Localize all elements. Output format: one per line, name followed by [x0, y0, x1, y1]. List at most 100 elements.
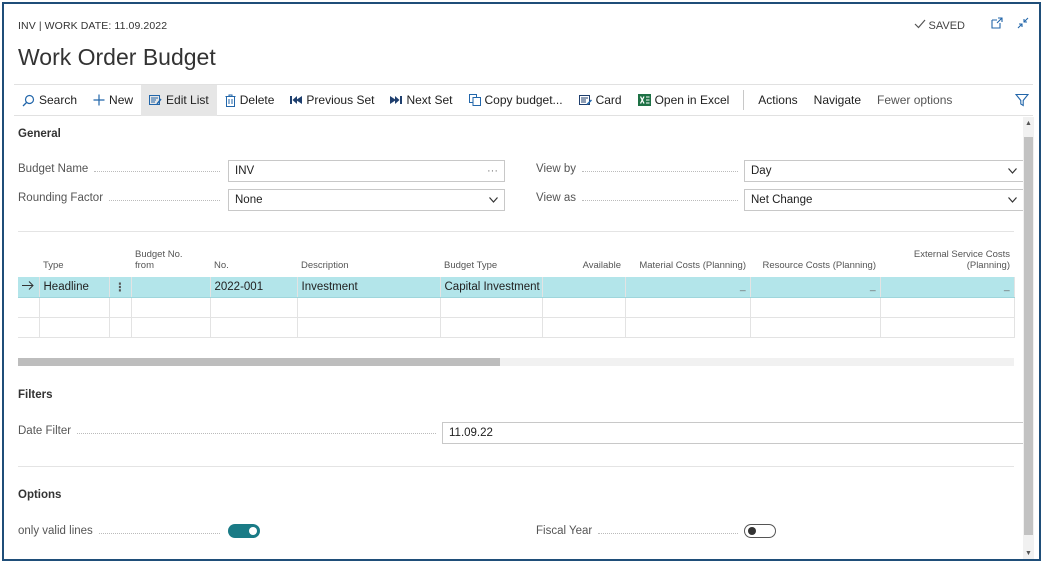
budget-lines-grid: Type Budget No. from No. Description Budg…	[18, 237, 1015, 338]
fiscal-year-toggle[interactable]	[744, 524, 776, 538]
column-header-budget-no-from[interactable]: Budget No. from	[131, 237, 210, 277]
horizontal-scrollbar-thumb[interactable]	[18, 358, 500, 366]
grid-cell[interactable]	[210, 297, 298, 318]
view-as-label-text: View as	[536, 192, 577, 204]
search-icon	[22, 94, 35, 107]
date-filter-value: 11.09.22	[449, 427, 493, 439]
toggle-knob	[748, 527, 756, 535]
cell-type[interactable]: Headline	[39, 277, 110, 298]
delete-button[interactable]: Delete	[217, 85, 283, 116]
filters-section-title: Filters	[18, 389, 53, 401]
copy-budget-button[interactable]: Copy budget...	[461, 85, 571, 116]
grid-cell[interactable]	[39, 297, 110, 318]
vertical-scrollbar[interactable]: ▲ ▼	[1023, 117, 1034, 559]
table-row[interactable]	[18, 297, 1015, 318]
cell-budget-type[interactable]: Capital Investment	[440, 277, 543, 298]
budget-name-label-text: Budget Name	[18, 163, 89, 175]
column-header-available[interactable]: Available	[542, 237, 625, 277]
previous-set-button[interactable]: Previous Set	[282, 85, 382, 116]
scroll-down-icon[interactable]: ▼	[1023, 550, 1034, 557]
search-label: Search	[39, 93, 78, 107]
card-icon	[578, 94, 592, 106]
rounding-factor-select[interactable]: None	[228, 189, 505, 211]
horizontal-scrollbar[interactable]	[18, 358, 1014, 366]
grid-cell[interactable]	[880, 297, 1015, 318]
view-by-label: View by	[536, 163, 738, 175]
grid-cell[interactable]	[39, 317, 110, 338]
column-header-menu	[109, 237, 131, 277]
saved-label: SAVED	[928, 19, 965, 32]
filter-icon[interactable]	[1014, 93, 1030, 110]
new-button[interactable]: New	[85, 85, 141, 116]
grid-cell[interactable]	[625, 297, 751, 318]
cell-budget-no-from[interactable]	[131, 277, 211, 298]
column-header-material-costs[interactable]: Material Costs (Planning)	[625, 237, 750, 277]
only-valid-lines-label-text: only valid lines	[18, 525, 93, 537]
grid-cell[interactable]	[750, 317, 881, 338]
column-header-resource-costs[interactable]: Resource Costs (Planning)	[750, 237, 880, 277]
grid-cell[interactable]	[542, 297, 626, 318]
cell-description[interactable]: Investment	[297, 277, 441, 298]
grid-cell	[109, 297, 132, 318]
only-valid-lines-toggle[interactable]	[228, 524, 260, 538]
ellipsis-icon[interactable]: ···	[487, 165, 498, 177]
leader-dots	[598, 532, 738, 534]
chevron-down-icon	[1008, 195, 1017, 206]
column-header-external-service-costs[interactable]: External Service Costs (Planning)	[880, 237, 1014, 277]
grid-cell	[109, 317, 132, 338]
action-bar: Search New Edit List Delete Previous Set…	[14, 84, 1033, 116]
grid-cell[interactable]	[440, 297, 543, 318]
column-header-text: (Planning)	[966, 260, 1010, 271]
open-in-excel-button[interactable]: Open in Excel	[630, 85, 738, 116]
column-header-description[interactable]: Description	[297, 237, 440, 277]
trash-icon	[225, 94, 236, 107]
column-header-no-text: No.	[214, 260, 229, 271]
actions-menu[interactable]: Actions	[750, 85, 805, 116]
fiscal-year-label: Fiscal Year	[536, 525, 738, 537]
edit-list-button[interactable]: Edit List	[141, 84, 217, 116]
delete-label: Delete	[239, 93, 275, 107]
cell-material-costs[interactable]: _	[625, 277, 751, 298]
next-set-button[interactable]: Next Set	[382, 85, 460, 116]
grid-cell	[18, 297, 40, 318]
cell-available[interactable]	[542, 277, 626, 298]
fewer-options-button[interactable]: Fewer options	[869, 85, 960, 116]
grid-cell[interactable]	[297, 317, 441, 338]
row-menu-icon[interactable]: ⋮	[109, 277, 132, 298]
grid-cell[interactable]	[625, 317, 751, 338]
cell-no[interactable]: 2022-001	[210, 277, 298, 298]
grid-cell[interactable]	[131, 317, 211, 338]
budget-name-field[interactable]: INV ···	[228, 160, 505, 182]
leader-dots	[582, 199, 738, 201]
view-by-select[interactable]: Day	[744, 160, 1024, 182]
grid-cell[interactable]	[297, 297, 441, 318]
cell-external-service-costs[interactable]: _	[880, 277, 1015, 298]
view-as-select[interactable]: Net Change	[744, 189, 1024, 211]
navigate-menu[interactable]: Navigate	[806, 85, 869, 116]
date-filter-field[interactable]: 11.09.22	[442, 422, 1024, 444]
only-valid-lines-label: only valid lines	[18, 525, 220, 537]
budget-name-value: INV	[235, 165, 255, 177]
table-row[interactable]: Headline ⋮ 2022-001 Investment Capital I…	[18, 277, 1015, 298]
grid-cell[interactable]	[880, 317, 1015, 338]
leader-dots	[109, 199, 220, 201]
open-in-new-window-icon[interactable]	[991, 17, 1003, 29]
search-button[interactable]: Search	[14, 85, 85, 116]
vertical-scrollbar-thumb[interactable]	[1024, 137, 1033, 535]
grid-cell[interactable]	[750, 297, 881, 318]
cell-resource-costs[interactable]: _	[750, 277, 881, 298]
column-header-no[interactable]: No.	[210, 237, 297, 277]
column-header-type[interactable]: Type	[39, 237, 109, 277]
leader-dots	[98, 532, 220, 534]
grid-cell[interactable]	[440, 317, 543, 338]
card-label: Card	[595, 93, 622, 107]
table-row[interactable]	[18, 317, 1015, 338]
collapse-icon[interactable]	[1017, 17, 1029, 29]
scroll-up-icon[interactable]: ▲	[1023, 120, 1034, 127]
grid-cell[interactable]	[210, 317, 298, 338]
grid-cell[interactable]	[542, 317, 626, 338]
grid-cell[interactable]	[131, 297, 211, 318]
column-header-resource-costs-text: Resource Costs (Planning)	[762, 260, 876, 271]
column-header-budget-type[interactable]: Budget Type	[440, 237, 542, 277]
card-button[interactable]: Card	[571, 85, 630, 116]
